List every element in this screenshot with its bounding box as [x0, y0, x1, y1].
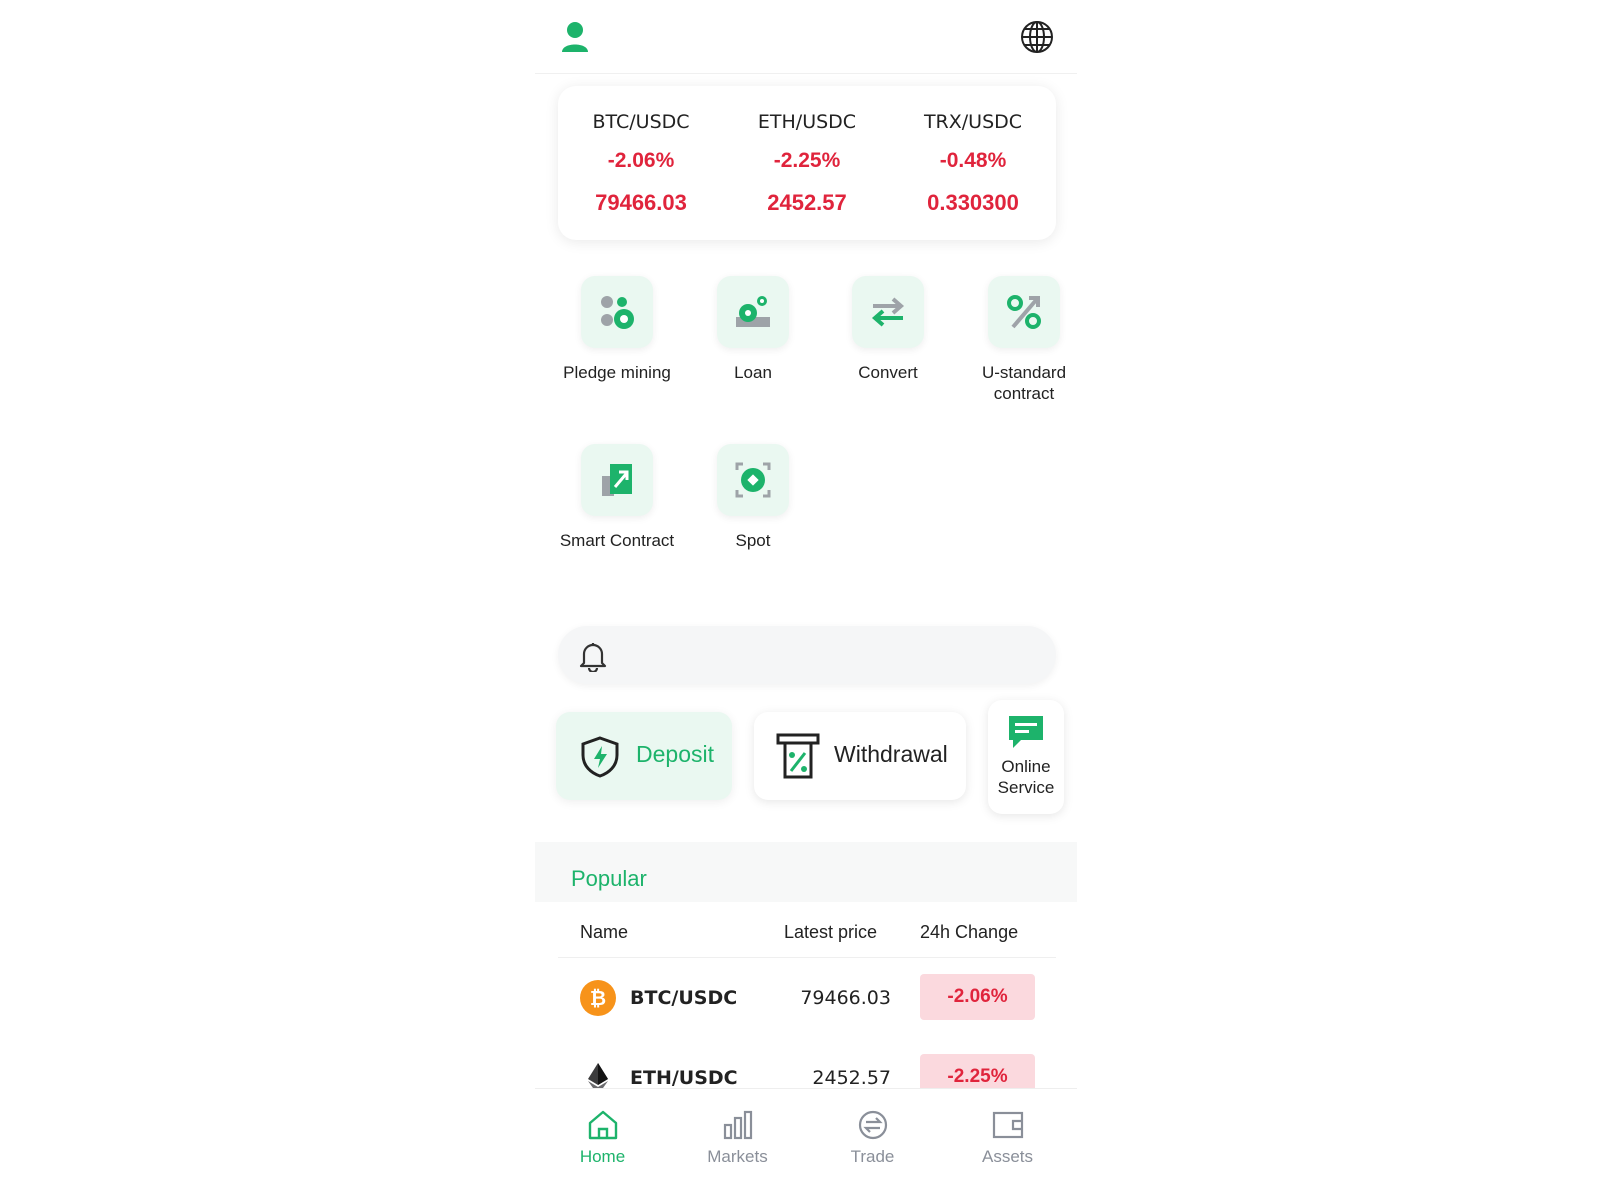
- feature-label: Loan: [734, 363, 772, 382]
- notice-bar[interactable]: [558, 626, 1056, 684]
- bar-chart-icon: [723, 1110, 752, 1140]
- row-price: 2452.57: [812, 1067, 891, 1089]
- row-price: 79466.03: [800, 987, 891, 1009]
- nav-label: Trade: [850, 1147, 895, 1166]
- nav-label: Home: [579, 1147, 626, 1166]
- feature-label: U-standard contract: [981, 363, 1067, 403]
- deposit-button[interactable]: Deposit: [556, 712, 732, 800]
- spot-icon: [735, 462, 771, 498]
- svg-text:₿: ₿: [590, 986, 606, 1010]
- feature-tile: [717, 444, 789, 516]
- ticker-btc[interactable]: BTC/USDC -2.06% 79466.03: [558, 86, 724, 240]
- nav-label: Markets: [707, 1147, 768, 1166]
- feature-tile: [988, 276, 1060, 348]
- feature-label: Pledge mining: [563, 363, 671, 382]
- loan-icon: [736, 296, 770, 327]
- shield-icon: [581, 736, 619, 778]
- row-pair: ETH/USDC: [630, 1067, 738, 1089]
- user-icon[interactable]: [560, 20, 590, 54]
- wallet-icon: [992, 1111, 1023, 1139]
- ticker-pair: ETH/USDC: [757, 111, 857, 133]
- nav-trade[interactable]: Trade: [805, 1089, 940, 1189]
- pledge-mining-icon: [601, 296, 634, 329]
- top-bar: [535, 0, 1077, 74]
- feature-convert[interactable]: Convert: [820, 276, 956, 383]
- column-latest-price: Latest price: [784, 922, 878, 942]
- bottom-nav: Home Markets Trade Assets: [535, 1088, 1077, 1200]
- withdrawal-button[interactable]: Withdrawal: [754, 712, 966, 800]
- ticker-price: 2452.57: [767, 190, 847, 215]
- nav-label: Assets: [981, 1147, 1034, 1166]
- feature-spot[interactable]: Spot: [685, 444, 821, 551]
- app: BTC/USDC -2.06% 79466.03 ETH/USDC -2.25%…: [535, 0, 1077, 1200]
- ticker-eth[interactable]: ETH/USDC -2.25% 2452.57: [724, 86, 890, 240]
- deposit-label: Deposit: [636, 741, 714, 767]
- feature-tile: [581, 444, 653, 516]
- home-icon: [588, 1110, 617, 1140]
- table-row[interactable]: ₿ BTC/USDC 79466.03 -2.06%: [558, 960, 1056, 1040]
- ticker-change: -0.48%: [939, 149, 1007, 172]
- chat-icon: [1009, 716, 1043, 748]
- online-service-label: Online Service: [997, 757, 1055, 797]
- row-pair: BTC/USDC: [630, 987, 738, 1009]
- column-name: Name: [580, 922, 629, 942]
- bitcoin-icon: ₿: [580, 980, 616, 1016]
- exchange-icon: [858, 1110, 887, 1140]
- nav-assets[interactable]: Assets: [940, 1089, 1075, 1189]
- ticker-card: BTC/USDC -2.06% 79466.03 ETH/USDC -2.25%…: [558, 86, 1056, 240]
- ticker-price: 79466.03: [595, 190, 687, 215]
- feature-smart-contract[interactable]: Smart Contract: [549, 444, 685, 551]
- ticker-trx[interactable]: TRX/USDC -0.48% 0.330300: [890, 86, 1056, 240]
- withdrawal-label: Withdrawal: [834, 741, 948, 767]
- feature-u-standard-contract[interactable]: U-standard contract: [956, 276, 1077, 404]
- bell-icon: [579, 643, 607, 672]
- column-24h-change: 24h Change: [920, 922, 1019, 942]
- feature-pledge-mining[interactable]: Pledge mining: [549, 276, 685, 383]
- table-header: Name Latest price 24h Change: [558, 902, 1056, 958]
- percent-icon: [1007, 295, 1041, 329]
- globe-icon[interactable]: [1019, 19, 1055, 55]
- feature-label: Convert: [858, 363, 918, 382]
- popular-section-header: Popular: [535, 842, 1077, 902]
- feature-loan[interactable]: Loan: [685, 276, 821, 383]
- ticker-price: 0.330300: [927, 190, 1019, 215]
- change-badge: -2.06%: [920, 974, 1035, 1020]
- ticker-pair: TRX/USDC: [923, 111, 1023, 133]
- nav-markets[interactable]: Markets: [670, 1089, 805, 1189]
- nav-home[interactable]: Home: [535, 1089, 670, 1189]
- smart-contract-icon: [602, 464, 632, 496]
- feature-tile: [581, 276, 653, 348]
- feature-label: Spot: [735, 531, 771, 550]
- ticker-change: -2.25%: [773, 149, 841, 172]
- feature-label: Smart Contract: [559, 531, 675, 550]
- ticker-change: -2.06%: [607, 149, 675, 172]
- online-service-button[interactable]: Online Service: [988, 700, 1064, 814]
- ticker-pair: BTC/USDC: [592, 111, 690, 133]
- feature-tile: [852, 276, 924, 348]
- receipt-icon: [776, 733, 820, 779]
- feature-tile: [717, 276, 789, 348]
- convert-icon: [871, 297, 905, 327]
- popular-title[interactable]: Popular: [571, 866, 647, 892]
